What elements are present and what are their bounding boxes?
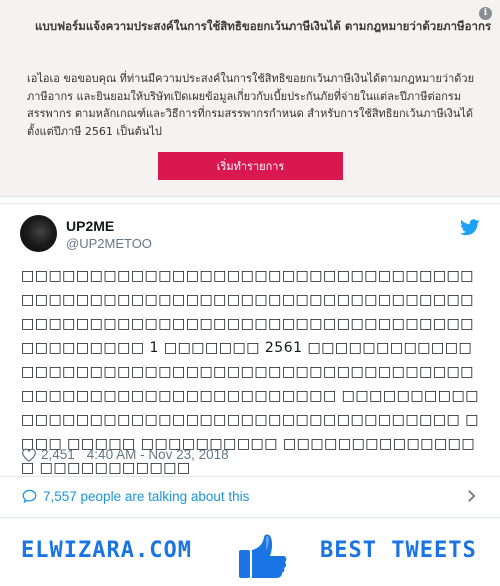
best-tweets-label: BEST TWEETS [320,538,477,563]
start-transaction-button[interactable]: เริ่มทำรายการ [158,152,343,180]
like-count[interactable]: 2,451 [41,447,75,462]
display-name[interactable]: UP2ME [66,218,114,234]
chevron-right-icon[interactable] [467,489,476,503]
divider [0,476,500,477]
talking-label[interactable]: 7,557 people are talking about this [43,489,249,504]
promo-card: i แบบฟอร์มแจ้งความประสงค์ในการใช้สิทธิขอ… [0,0,500,197]
tweet-card: UP2ME @UP2METOO □□□□□□□□□□□□□□□□□□□□□□□□… [0,203,500,511]
timestamp[interactable]: 4:40 AM - Nov 23, 2018 [87,447,229,462]
heart-icon[interactable] [21,448,37,462]
tweet-meta: 2,451 4:40 AM - Nov 23, 2018 [21,447,229,462]
site-brand: ELWIZARA.COM [21,538,192,563]
avatar[interactable] [20,215,57,252]
speech-bubble-icon [22,489,37,503]
thumbs-up-icon [239,534,287,578]
talking-link[interactable]: 7,557 people are talking about this [22,485,480,507]
twitter-bird-icon[interactable] [460,219,480,236]
promo-title: แบบฟอร์มแจ้งความประสงค์ในการใช้สิทธิขอยก… [35,19,492,33]
handle[interactable]: @UP2METOO [66,236,152,251]
promo-body: เอไอเอ ขอขอบคุณ ที่ท่านมีความประสงค์ในกา… [27,72,475,138]
brand-footer: ELWIZARA.COM BEST TWEETS [0,517,500,586]
